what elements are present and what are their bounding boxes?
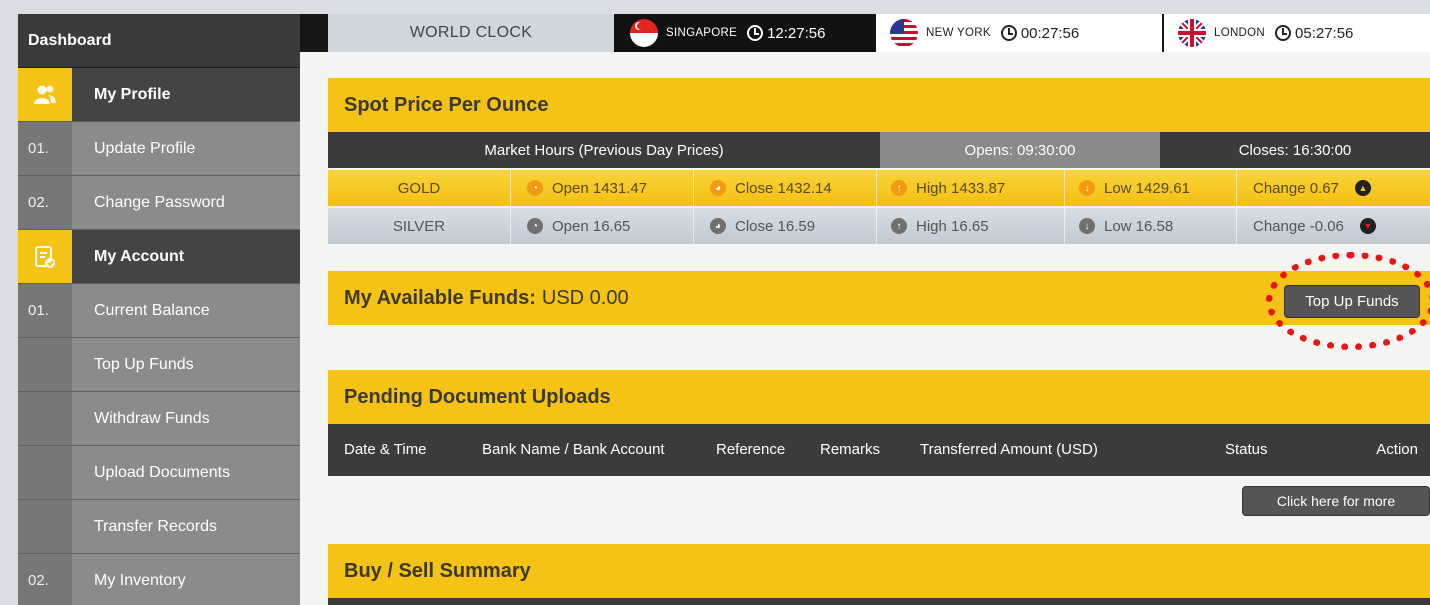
city-name: LONDON [1214,27,1266,39]
city-name: NEW YORK [926,27,991,39]
change-value: Change 0.67 [1253,179,1339,197]
available-funds-label: My Available Funds: [344,286,536,309]
open-price: Open 1431.47 [552,179,648,197]
sidebar-section-label: My Profile [94,85,171,103]
column-header: Transferred Amount (USD) [920,441,1098,458]
gold-price-row: GOLD ◔ Open 1431.47 ◕ Close 1432.14 ↑ High … [328,170,1430,206]
clock-singapore: SINGAPORE 12:27:56 [614,14,876,52]
usa-flag-icon [890,19,918,47]
sidebar-item-label: My Inventory [94,571,186,589]
arrow-up-icon: ↑ [891,218,907,234]
metal-name: SILVER [328,208,511,244]
world-clock-bar: WORLD CLOCK SINGAPORE 12:27:56 NEW YORK … [300,14,1430,52]
sidebar-item-label: Current Balance [94,301,210,319]
sidebar-item-label: Withdraw Funds [94,409,210,427]
clock-london: LONDON 05:27:56 [1162,14,1430,52]
sidebar: Dashboard My Profile 01. Update Profile … [18,14,300,605]
sidebar-title[interactable]: Dashboard [18,14,300,68]
sidebar-item-number: 02. [18,176,72,229]
city-name: SINGAPORE [666,27,738,39]
sidebar-item-upload-documents[interactable]: Upload Documents [18,446,300,500]
column-header: Bank Name / Bank Account [482,441,665,458]
uk-flag-icon [1178,19,1206,47]
sidebar-item-transfer-records[interactable]: Transfer Records [18,500,300,554]
city-time: 12:27:56 [767,24,826,42]
change-value: Change -0.06 [1253,217,1344,235]
pending-uploads-title: Pending Document Uploads [328,370,1430,424]
column-header: Date & Time [344,441,427,458]
sidebar-item-number [18,392,72,445]
close-icon: ◕ [710,180,726,196]
sidebar-item-label: Update Profile [94,139,196,157]
column-header: Reference [716,441,786,458]
sidebar-item-number [18,338,72,391]
change-up-icon: ▲ [1354,180,1371,196]
clock-icon [1275,25,1292,41]
arrow-up-icon: ↑ [891,180,907,196]
sidebar-item-number: 02. [18,554,72,605]
change-down-icon: ▼ [1359,218,1376,234]
sidebar-item-number: 01. [18,122,72,175]
sidebar-item-label: Upload Documents [94,463,231,481]
column-header: Action [1376,441,1418,458]
low-price: Low 1429.61 [1104,179,1190,197]
buy-sell-summary-title: Buy / Sell Summary [328,544,1430,598]
app-frame: Dashboard My Profile 01. Update Profile … [18,14,1430,605]
main-content: WORLD CLOCK SINGAPORE 12:27:56 NEW YORK … [300,14,1430,605]
sidebar-item-label: Top Up Funds [94,355,194,373]
column-header: Remarks [820,441,881,458]
buy-sell-table-header [328,598,1430,605]
market-closes: Closes: 16:30:00 [1160,132,1430,168]
sidebar-item-number [18,446,72,499]
city-time: 00:27:56 [1020,24,1080,42]
clock-new-york: NEW YORK 00:27:56 [876,14,1162,52]
open-price: Open 16.65 [552,217,631,235]
sidebar-item-number: 01. [18,284,72,337]
sidebar-item-current-balance[interactable]: 01. Current Balance [18,284,300,338]
available-funds-value: USD 0.00 [541,286,629,309]
sidebar-item-top-up-funds[interactable]: Top Up Funds [18,338,300,392]
sidebar-item-number [18,500,72,553]
city-time: 05:27:56 [1295,24,1354,42]
market-hours-label: Market Hours (Previous Day Prices) [328,132,880,168]
sidebar-section-label: My Account [94,247,185,265]
sidebar-section-my-account[interactable]: My Account [18,230,300,284]
low-price: Low 16.58 [1104,217,1174,235]
sidebar-item-update-profile[interactable]: 01. Update Profile [18,122,300,176]
clock-icon [747,25,764,41]
market-hours-row: Market Hours (Previous Day Prices) Opens… [328,132,1430,168]
sidebar-item-withdraw-funds[interactable]: Withdraw Funds [18,392,300,446]
sidebar-section-my-profile[interactable]: My Profile [18,68,300,122]
sidebar-item-change-password[interactable]: 02. Change Password [18,176,300,230]
pending-table-header: Date & Time Bank Name / Bank Account Ref… [328,424,1430,476]
click-here-for-more-button[interactable]: Click here for more [1242,486,1430,516]
sidebar-item-label: Change Password [94,193,225,211]
arrow-down-icon: ↓ [1079,180,1095,196]
sidebar-item-my-inventory[interactable]: 02. My Inventory [18,554,300,605]
high-price: High 16.65 [916,217,989,235]
silver-price-row: SILVER ◔ Open 16.65 ◕ Close 16.59 ↑ High 16… [328,208,1430,244]
market-opens: Opens: 09:30:00 [880,132,1160,168]
open-icon: ◔ [527,218,543,234]
top-up-funds-button[interactable]: Top Up Funds [1284,285,1420,318]
column-header: Status [1225,441,1268,458]
close-price: Close 16.59 [735,217,816,235]
singapore-flag-icon [630,19,658,47]
high-price: High 1433.87 [916,179,1006,197]
profile-icon [18,68,72,121]
account-icon [18,230,72,283]
close-icon: ◕ [710,218,726,234]
arrow-down-icon: ↓ [1079,218,1095,234]
open-icon: ◔ [527,180,543,196]
close-price: Close 1432.14 [735,179,832,197]
sidebar-item-label: Transfer Records [94,517,217,535]
clock-icon [1000,25,1017,41]
spot-price-title: Spot Price Per Ounce [328,78,1430,132]
metal-name: GOLD [328,170,511,206]
available-funds-bar: My Available Funds: USD 0.00 Top Up Fund… [328,271,1430,325]
world-clock-title: WORLD CLOCK [328,14,614,52]
